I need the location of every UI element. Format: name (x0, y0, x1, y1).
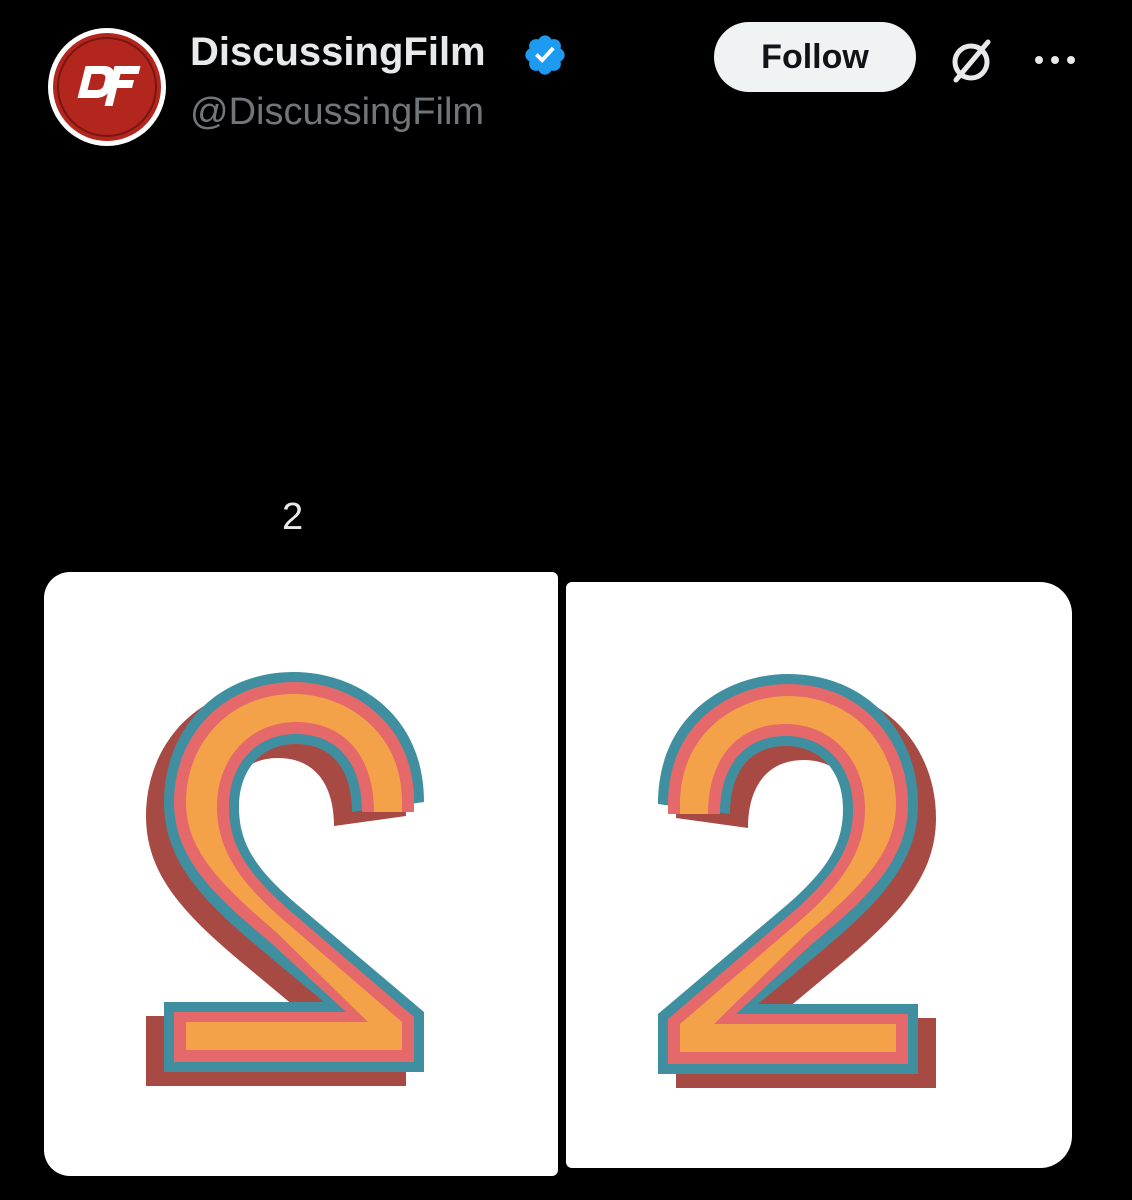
media-image-left[interactable] (44, 572, 558, 1176)
number-two-icon (658, 674, 936, 1088)
verified-badge-icon (525, 35, 565, 75)
more-dots-icon[interactable] (1028, 40, 1082, 80)
discussingfilm-logo-icon (49, 29, 165, 145)
post-text: 2 (282, 496, 304, 538)
display-name[interactable]: DiscussingFilm (190, 28, 486, 76)
mirrored-number-two-icon (146, 672, 424, 1086)
media-image-right[interactable] (566, 582, 1072, 1168)
avatar[interactable] (48, 28, 166, 146)
media-grid (44, 570, 1074, 1176)
handle[interactable]: @DiscussingFilm (190, 88, 484, 136)
grok-slash-icon[interactable] (944, 34, 998, 88)
post-header: DiscussingFilm @DiscussingFilm Follow (0, 0, 1132, 160)
follow-button[interactable]: Follow (714, 22, 916, 92)
